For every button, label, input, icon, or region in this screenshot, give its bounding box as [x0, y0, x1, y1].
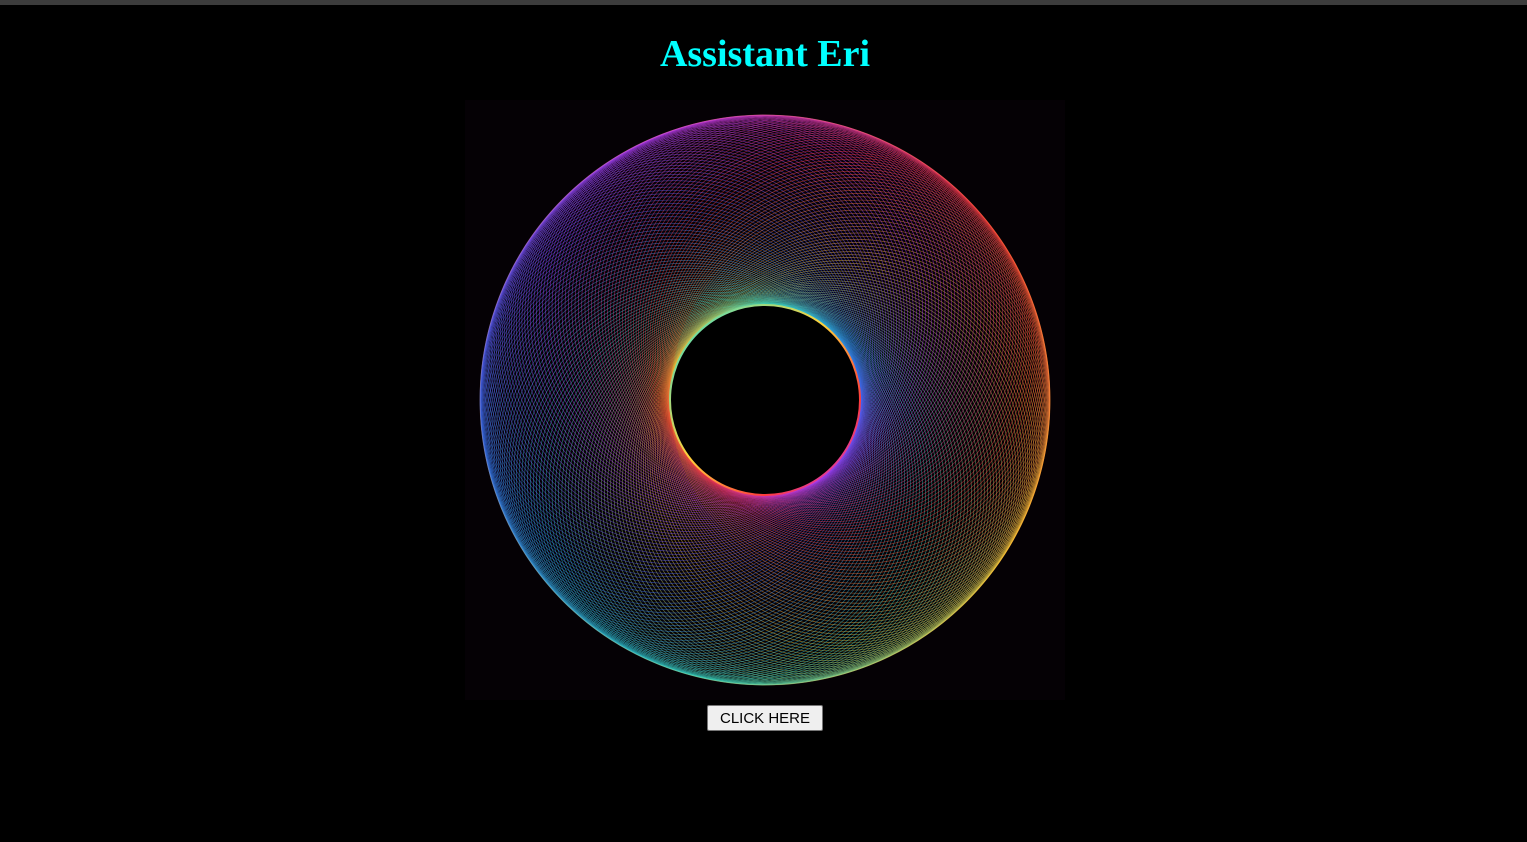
torus-visual	[465, 100, 1065, 700]
click-here-button[interactable]: CLICK HERE	[707, 705, 823, 731]
torus-graphic	[479, 114, 1051, 686]
page-body: Assistant Eri CLICK HERE	[0, 5, 1527, 842]
page-title: Assistant Eri	[659, 33, 871, 75]
